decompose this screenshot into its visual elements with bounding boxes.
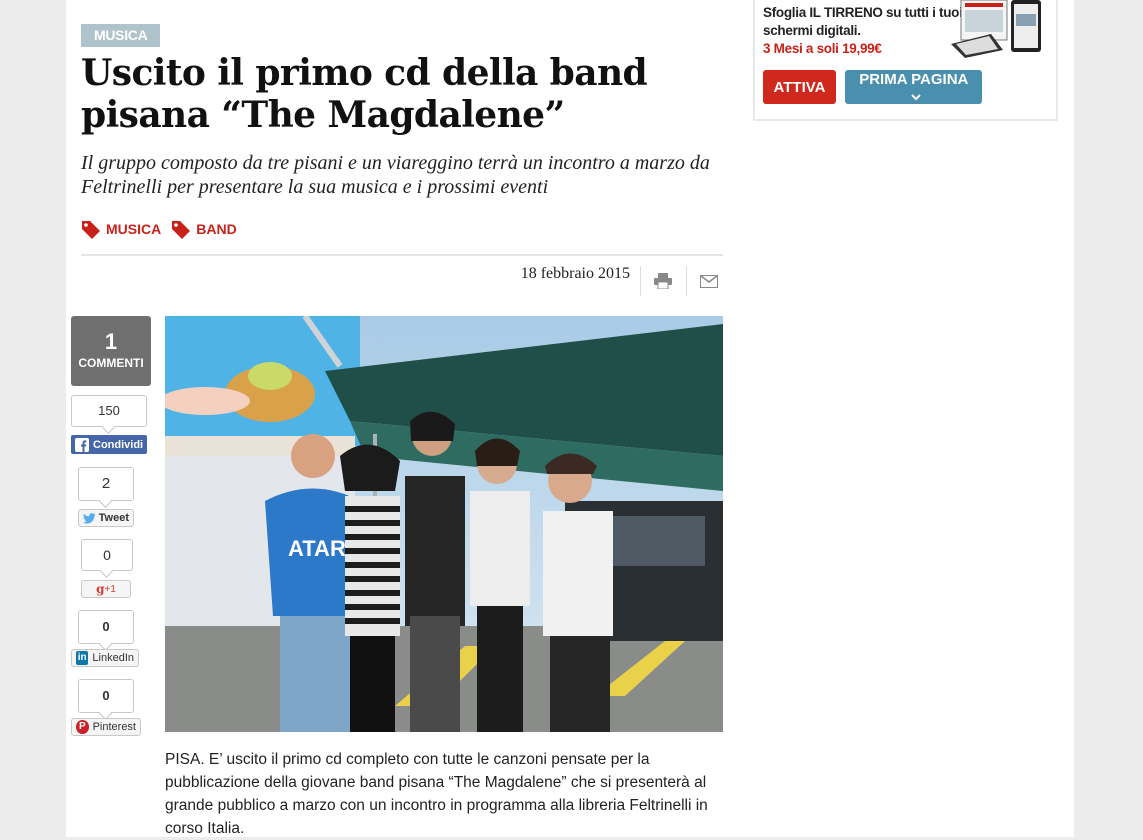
subscription-promo: Sfoglia IL TIRRENO su tutti i tuoi scher…: [753, 0, 1058, 121]
mail-icon: [700, 274, 718, 288]
comments-label: COMMENTI: [78, 356, 144, 370]
tag-musica[interactable]: MUSICA: [81, 218, 161, 240]
front-page-button[interactable]: PRIMA PAGINA: [845, 70, 982, 104]
facebook-share-label: Condividi: [93, 438, 144, 451]
facebook-count: 150: [71, 395, 147, 427]
pinterest-label: Pinterest: [92, 721, 136, 733]
print-button[interactable]: [640, 266, 685, 296]
section-label[interactable]: MUSICA: [81, 24, 161, 47]
googleplus-label: +1: [104, 583, 116, 595]
comments-count: 1: [104, 329, 118, 354]
tag-list: MUSICA BAND: [81, 218, 237, 240]
tweet-label: Tweet: [98, 512, 129, 524]
tag-icon: [82, 221, 100, 239]
twitter-bird-icon: [83, 512, 96, 524]
tag-band[interactable]: BAND: [171, 218, 237, 240]
tag-label: BAND: [196, 221, 237, 237]
promo-price: 3 Mesi a soli 19,99€: [763, 41, 882, 56]
article-body: PISA. E’ uscito il primo cd completo con…: [165, 751, 708, 837]
linkedin-count: 0: [78, 610, 134, 644]
tag-label: MUSICA: [106, 221, 162, 237]
activate-button[interactable]: ATTIVA: [763, 70, 836, 104]
print-icon: [654, 273, 672, 289]
article-subtitle: Il gruppo composto da tre pisani e un vi…: [81, 152, 710, 198]
facebook-icon: [75, 437, 89, 452]
googleplus-icon: g: [96, 582, 105, 596]
comments-counter[interactable]: 1 COMMENTI: [71, 316, 151, 386]
tag-icon: [172, 221, 191, 239]
pinterest-button[interactable]: P Pinterest: [71, 718, 141, 736]
facebook-share-button[interactable]: Condividi: [71, 435, 147, 454]
article-headline: Uscito il primo cd della band pisana “Th…: [81, 52, 648, 136]
pinterest-count: 0: [78, 679, 134, 713]
linkedin-share-button[interactable]: in LinkedIn: [71, 649, 139, 667]
googleplus-button[interactable]: g +1: [81, 580, 131, 598]
pinterest-icon: P: [76, 720, 89, 734]
tweet-button[interactable]: Tweet: [78, 509, 134, 527]
publish-date: 18 febbraio 2015: [520, 265, 630, 282]
linkedin-label: LinkedIn: [92, 652, 134, 664]
shirt-logo-text: ATAR: [288, 536, 346, 561]
promo-message: Sfoglia IL TIRRENO su tutti i tuoi scher…: [763, 5, 963, 38]
chevron-down-icon: [910, 94, 921, 101]
email-button[interactable]: [686, 266, 731, 296]
googleplus-count: 0: [81, 539, 133, 571]
front-page-label: PRIMA PAGINA: [859, 71, 968, 88]
linkedin-icon: in: [76, 651, 89, 665]
article-photo[interactable]: ATAR: [165, 316, 723, 732]
devices-illustration: [951, 0, 1041, 58]
promo-text: Sfoglia IL TIRRENO su tutti i tuoi scher…: [763, 4, 963, 58]
twitter-count: 2: [78, 467, 134, 501]
divider: [81, 254, 723, 256]
